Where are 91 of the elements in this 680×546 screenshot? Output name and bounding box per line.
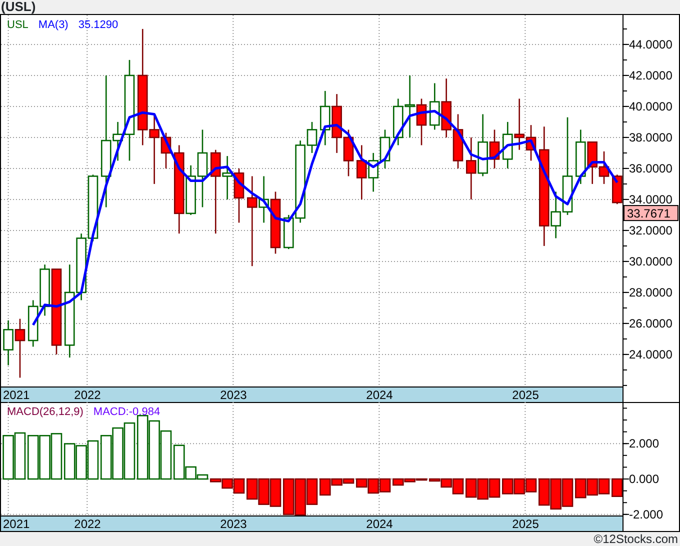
axis-label: 38.0000 (629, 130, 672, 144)
candlestick (368, 152, 378, 192)
histogram-bar (27, 434, 39, 480)
candlestick (441, 78, 452, 138)
year-label: 2022 (74, 388, 101, 402)
histogram-bar (87, 440, 99, 480)
histogram-bar (586, 478, 598, 496)
histogram-bar (612, 478, 623, 497)
histogram-bar (64, 443, 76, 480)
candlestick (28, 300, 38, 347)
year-label: 2022 (74, 517, 101, 531)
histogram-bar (306, 478, 318, 505)
axis-label: 34.0000 (629, 192, 672, 206)
candlestick (416, 98, 427, 146)
candlestick (612, 174, 622, 204)
histogram-bar (136, 414, 148, 480)
legend-label: MACD(26,12,9) (7, 406, 84, 418)
candlestick (404, 75, 415, 138)
axis-label: 28.0000 (629, 285, 672, 300)
histogram-bar (160, 430, 172, 480)
candlestick (270, 192, 281, 254)
year-label: 2024 (366, 517, 393, 531)
candlestick (393, 98, 404, 146)
histogram-bar (477, 478, 488, 500)
histogram-bar (294, 478, 306, 516)
histogram-bar (538, 478, 550, 506)
histogram-bar (39, 434, 50, 480)
price-tag: 33.7671 (624, 205, 678, 222)
candlestick (234, 168, 244, 223)
histogram-bar (562, 478, 574, 507)
axis-label: 0.000 (629, 472, 660, 486)
copyright-text: ©12Stocks.com (594, 532, 678, 546)
histogram-bar (258, 478, 270, 505)
histogram-bar (550, 478, 562, 510)
histogram-bar (575, 478, 586, 498)
legend-label: 35.1290 (78, 19, 118, 31)
year-label: 2023 (220, 517, 247, 531)
year-label: 2025 (512, 517, 539, 531)
candlestick (380, 130, 390, 168)
histogram-bar (50, 433, 62, 480)
chart-title: (USL) (0, 0, 36, 14)
histogram-bar (246, 478, 258, 500)
year-label: 2023 (220, 388, 247, 402)
year-label: 2025 (512, 388, 539, 402)
axis-label: 32.0000 (629, 223, 672, 238)
histogram-bar (2, 434, 14, 480)
candlestick (88, 174, 98, 242)
candlestick (430, 83, 440, 130)
axis-label: 36.0000 (629, 161, 672, 176)
axis-label: 42.0000 (629, 68, 672, 82)
histogram-bar (14, 432, 26, 480)
candlestick (587, 141, 598, 184)
histogram-bar (100, 434, 112, 480)
histogram-bar (283, 478, 294, 516)
histogram-bar (514, 478, 525, 494)
histogram-bar (76, 445, 87, 480)
candlestick (502, 122, 513, 168)
candlestick (76, 234, 86, 300)
year-label: 2024 (366, 388, 393, 402)
axis-label: 44.0000 (629, 37, 672, 52)
histogram-bar (270, 478, 282, 507)
candlestick (14, 318, 26, 378)
candlestick (598, 151, 610, 184)
axis-label: 2.000 (629, 436, 660, 451)
candlestick (3, 320, 14, 366)
histogram-bar (502, 478, 514, 494)
candlestick (320, 90, 330, 146)
histogram-bar (525, 478, 537, 492)
histogram-bar (488, 478, 500, 498)
candlestick (452, 114, 464, 168)
candlestick (576, 130, 586, 184)
axis-label: 40.0000 (629, 99, 672, 114)
axis-label: 26.0000 (629, 316, 672, 330)
candlestick (332, 94, 342, 153)
axis-label: 24.0000 (629, 347, 672, 362)
legend-label: MA(3) (38, 19, 68, 31)
year-label: 2021 (3, 517, 30, 531)
legend-label: MACD:-0.984 (93, 406, 160, 418)
axis-label: 30.0000 (629, 254, 672, 268)
histogram-bar (148, 420, 160, 480)
histogram-bar (112, 427, 124, 480)
axis-label: -2.000 (629, 507, 664, 522)
year-label: 2021 (3, 388, 30, 402)
legend-label: USL (7, 19, 28, 31)
candlestick (356, 145, 367, 200)
histogram-bar (466, 478, 477, 498)
histogram-bar (598, 478, 610, 494)
histogram-bar (124, 422, 136, 480)
histogram-bar (379, 478, 391, 492)
candlestick (343, 130, 354, 176)
candlestick (466, 137, 476, 200)
